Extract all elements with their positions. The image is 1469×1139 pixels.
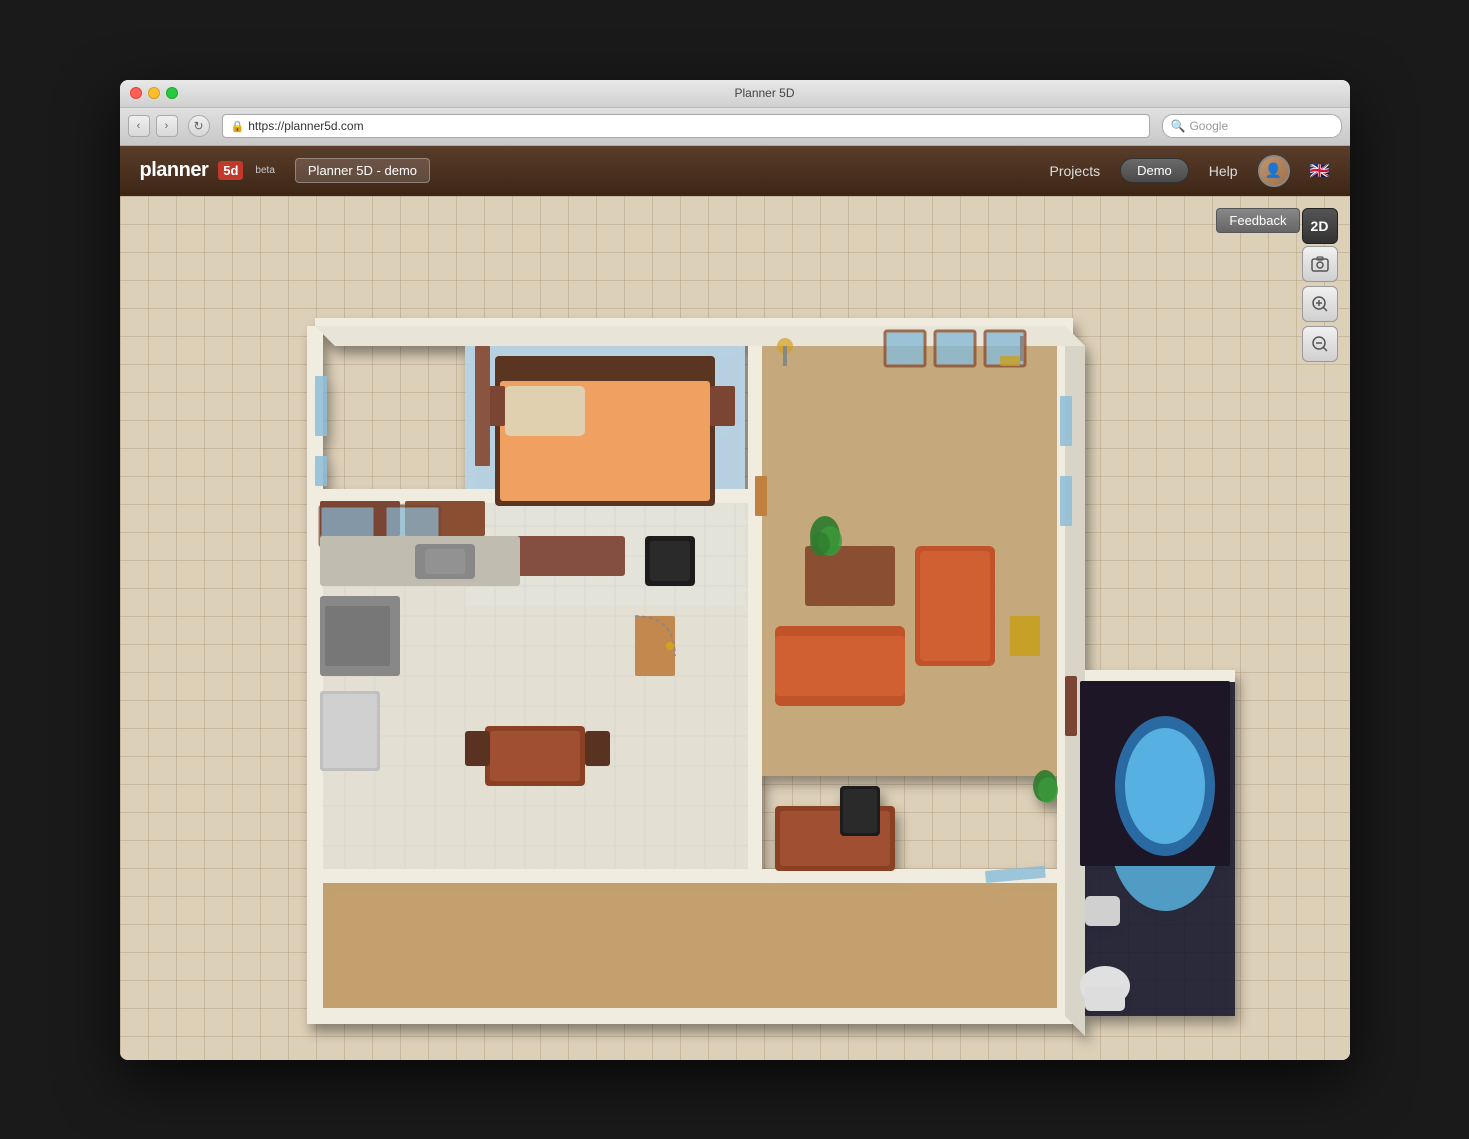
browser-toolbar: ‹ › ↻ 🔒 https://planner5d.com 🔍 Google: [120, 108, 1350, 146]
demo-button[interactable]: Demo: [1120, 158, 1189, 183]
window-title: Planner 5D: [190, 86, 1340, 100]
mac-window: Planner 5D ‹ › ↻ 🔒 https://planner5d.com…: [120, 80, 1350, 1060]
help-nav-item[interactable]: Help: [1209, 163, 1238, 179]
zoom-out-button[interactable]: [1302, 326, 1338, 362]
lock-icon: 🔒: [231, 120, 245, 133]
traffic-lights: [130, 87, 178, 99]
language-flag[interactable]: 🇬🇧: [1310, 161, 1330, 181]
floorplan-svg: [185, 236, 1285, 1060]
floorplan-container[interactable]: [120, 196, 1350, 1060]
feedback-button[interactable]: Feedback: [1216, 208, 1299, 233]
close-button[interactable]: [130, 87, 142, 99]
zoom-out-icon: [1311, 335, 1329, 353]
minimize-button[interactable]: [148, 87, 160, 99]
header-nav: Projects Demo Help 👤 🇬🇧: [1050, 155, 1330, 187]
beta-tag: beta: [255, 165, 274, 176]
title-bar: Planner 5D: [120, 80, 1350, 108]
zoom-in-icon: [1311, 295, 1329, 313]
logo-text: planner: [140, 159, 209, 182]
main-content: Feedback 2D: [120, 196, 1350, 1060]
logo-box: 5d: [218, 161, 243, 180]
reload-button[interactable]: ↻: [188, 115, 210, 137]
camera-icon: [1311, 255, 1329, 273]
view-2d-button[interactable]: 2D: [1302, 208, 1338, 244]
url-text: https://planner5d.com: [248, 119, 363, 133]
user-avatar[interactable]: 👤: [1258, 155, 1290, 187]
projects-nav-item[interactable]: Projects: [1050, 163, 1101, 179]
forward-button[interactable]: ›: [156, 115, 178, 137]
search-placeholder: Google: [1189, 119, 1228, 133]
search-icon: 🔍: [1171, 119, 1186, 133]
project-name-bar[interactable]: Planner 5D - demo: [295, 158, 430, 183]
logo-area: planner 5d beta: [140, 159, 275, 182]
screenshot-button[interactable]: [1302, 246, 1338, 282]
right-toolbar: [1302, 246, 1338, 362]
address-bar[interactable]: 🔒 https://planner5d.com: [222, 114, 1150, 138]
search-bar[interactable]: 🔍 Google: [1162, 114, 1342, 138]
zoom-in-button[interactable]: [1302, 286, 1338, 322]
app-header: planner 5d beta Planner 5D - demo Projec…: [120, 146, 1350, 196]
maximize-button[interactable]: [166, 87, 178, 99]
back-button[interactable]: ‹: [128, 115, 150, 137]
